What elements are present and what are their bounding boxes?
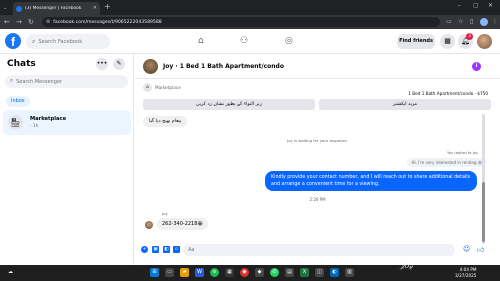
waiting-notice: Joy is waiting for your response. xyxy=(287,138,348,143)
facebook-logo-icon[interactable]: f xyxy=(5,33,21,49)
chrome-icon[interactable]: ◉ xyxy=(240,268,249,277)
profile-icon[interactable] xyxy=(480,18,488,26)
file-explorer-icon[interactable]: ▰ xyxy=(180,268,189,277)
quoted-message: Hi, I'm very interested in renting 😀 xyxy=(407,158,486,167)
app-icon[interactable]: ◫ xyxy=(315,268,324,277)
site-info-icon[interactable]: ⊜ xyxy=(46,19,50,25)
contact-avatar[interactable] xyxy=(143,59,158,74)
sender-name: Joy xyxy=(162,211,168,216)
conversation-time: · 1h xyxy=(30,124,39,129)
incoming-message: پیغام بھیج دیا گیا xyxy=(143,116,188,127)
conversation-item-marketplace[interactable]: 🏪︎ Marketplace · 1h xyxy=(3,110,131,135)
start-icon[interactable]: ⊞ xyxy=(150,268,159,277)
chrome-menu-icon[interactable]: ⋮ xyxy=(492,18,498,25)
plus-icon[interactable]: + xyxy=(141,246,148,253)
back-icon[interactable]: ← xyxy=(4,17,10,27)
like-icon[interactable]: 👍︎ xyxy=(477,245,484,254)
conversation-name: Marketplace xyxy=(30,116,67,122)
marketplace-icon: ⌂ xyxy=(143,83,152,92)
whatsapp-icon[interactable]: ✆ xyxy=(270,268,279,277)
sender-avatar[interactable] xyxy=(145,221,153,229)
search-icon: ⌕ xyxy=(10,78,14,84)
clock-date: 3/27/2025 xyxy=(455,272,477,278)
chats-options-icon[interactable]: ••• xyxy=(96,58,108,70)
marketplace-label: Marketplace xyxy=(155,85,181,90)
message-timestamp: 2:26 PM xyxy=(309,197,326,202)
phone-number-message: 262-340-2218😀 xyxy=(157,218,208,230)
minimize-icon[interactable]: – xyxy=(458,2,461,9)
tab-title: (3) Messenger | Facebook xyxy=(25,6,82,11)
widgets-icon[interactable]: ☁ xyxy=(6,268,15,277)
listing-title[interactable]: 1 Bed 1 Bath Apartment/condo · $750 xyxy=(408,91,488,96)
gif-icon[interactable]: G xyxy=(173,246,180,253)
app-icon[interactable]: ◆ xyxy=(255,268,264,277)
close-window-icon[interactable]: ✕ xyxy=(488,2,493,9)
sidepanel-icon[interactable]: ▯ xyxy=(470,18,473,25)
home-icon[interactable]: ⌂ xyxy=(198,35,204,47)
photo-icon[interactable]: ▣ xyxy=(152,246,159,253)
address-bar-row: ← → ↻ ⊜ facebook.com/messages/t/90652220… xyxy=(0,15,500,29)
app-icon[interactable]: ◐ xyxy=(330,268,339,277)
menu-grid-icon[interactable]: ▦ xyxy=(440,34,455,49)
app-icon[interactable]: ▦ xyxy=(225,268,234,277)
windows-taskbar: ☁ ⊞ ▭ ▰ W ≋ ▦ ◉ ◆ ✆ ▤ X ◫ ◐ ▥ 4:04 PM 3/… xyxy=(0,265,500,281)
close-tab-icon[interactable]: ✕ xyxy=(93,5,97,11)
thread-header: Joy · 1 Bed 1 Bath Apartment/condo i xyxy=(135,54,500,79)
message-composer: + ▣ ◧ G ☺ 👍︎ xyxy=(135,242,492,259)
friends-icon[interactable]: ⚇ xyxy=(240,35,248,47)
outgoing-message: Kindly provide your contact number, and … xyxy=(265,171,477,191)
excel-icon[interactable]: X xyxy=(300,268,309,277)
message-input[interactable] xyxy=(183,244,455,256)
new-message-icon[interactable]: ✎ xyxy=(113,58,125,70)
app-icon[interactable]: ▤ xyxy=(285,268,294,277)
facebook-search[interactable]: ⌕ xyxy=(26,34,110,49)
bookmark-star-icon[interactable]: ☆ xyxy=(458,18,463,25)
sticker-icon[interactable]: ◧ xyxy=(163,246,170,253)
chats-sidebar: Chats ••• ✎ ⌕ Inbox 🏪︎ Marketplace · 1h xyxy=(0,54,134,265)
maximize-icon[interactable]: ▢ xyxy=(473,2,479,9)
mark-pending-button[interactable]: زیر التواء کے بطور نشان زد کریں xyxy=(143,99,315,110)
search-icon: ⌕ xyxy=(32,37,36,45)
facebook-search-input[interactable] xyxy=(38,38,109,45)
marketplace-banner: ⌂ Marketplace 1 Bed 1 Bath Apartment/con… xyxy=(135,80,492,98)
browser-tab-bar: ⌄ (3) Messenger | Facebook ✕ + – ▢ ✕ xyxy=(0,0,500,15)
find-friends-button[interactable]: Find friends xyxy=(397,34,435,49)
more-actions-button[interactable]: مزید ایکشنز xyxy=(319,99,491,110)
browser-tab[interactable]: (3) Messenger | Facebook ✕ xyxy=(13,2,100,15)
messenger-search[interactable]: ⌕ xyxy=(5,75,128,88)
url-text[interactable]: facebook.com/messages/t/9065222043589588 xyxy=(53,20,162,25)
new-tab-icon[interactable]: + xyxy=(104,2,111,12)
notification-badge: 3 xyxy=(466,33,473,40)
marketplace-store-icon: 🏪︎ xyxy=(8,115,23,130)
url-omnibox[interactable]: ⊜ facebook.com/messages/t/90652220435895… xyxy=(42,17,440,27)
signature-watermark: 𝒥𝑜𝓎 xyxy=(400,262,414,270)
conversation-info-icon[interactable]: i xyxy=(472,62,481,71)
system-clock[interactable]: 4:04 PM 3/27/2025 xyxy=(455,267,476,278)
facebook-header: f ⌕ ⌂ ⚇ ◎ Find friends ▦ 🔔︎ 3 xyxy=(0,29,500,54)
thread-title[interactable]: Joy · 1 Bed 1 Bath Apartment/condo xyxy=(163,63,284,70)
task-view-icon[interactable]: ▭ xyxy=(165,268,174,277)
inbox-tab[interactable]: Inbox xyxy=(6,96,30,107)
tab-list-icon[interactable]: ⌄ xyxy=(3,3,7,13)
chats-title: Chats xyxy=(7,59,36,69)
account-avatar[interactable] xyxy=(477,34,492,49)
emoji-icon[interactable]: ☺ xyxy=(463,245,470,253)
spotify-icon[interactable]: ≋ xyxy=(210,268,219,277)
conversation-thread: Joy · 1 Bed 1 Bath Apartment/condo i ⌂ M… xyxy=(135,54,500,265)
groups-icon[interactable]: ◎ xyxy=(285,35,293,47)
word-icon[interactable]: W xyxy=(195,268,204,277)
messenger-favicon-icon xyxy=(16,5,22,12)
thread-scroll-thumb[interactable] xyxy=(482,182,485,242)
reload-icon[interactable]: ↻ xyxy=(28,17,34,27)
cast-icon[interactable]: ▭ xyxy=(446,18,452,25)
messenger-search-input[interactable] xyxy=(16,78,117,85)
app-icon[interactable]: ▥ xyxy=(345,268,354,277)
forward-icon[interactable]: → xyxy=(16,17,22,27)
replied-note: You replied to Joy xyxy=(447,151,478,155)
